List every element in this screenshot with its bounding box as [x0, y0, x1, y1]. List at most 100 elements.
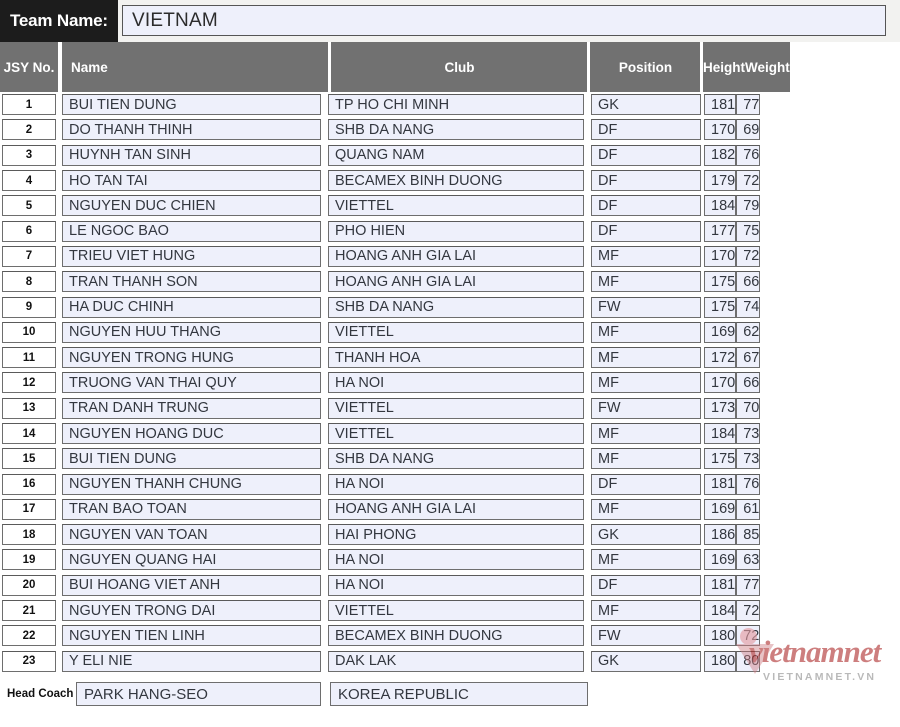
cell-weight-field[interactable]: 76	[736, 144, 761, 166]
cell-weight-field[interactable]: 61	[736, 498, 761, 520]
cell-club-field[interactable]: VIETTEL	[328, 397, 584, 419]
cell-club-field[interactable]: HA NOI	[328, 372, 584, 394]
cell-name-field[interactable]: HUYNH TAN SINH	[62, 144, 321, 166]
cell-weight-field[interactable]: 67	[736, 347, 761, 369]
cell-height-field[interactable]: 179	[704, 170, 737, 192]
cell-club-field[interactable]: HA NOI	[328, 549, 584, 571]
cell-height-field[interactable]: 184	[704, 600, 737, 622]
cell-club-field[interactable]: HAI PHONG	[328, 524, 584, 546]
cell-name-field[interactable]: NGUYEN TRONG DAI	[62, 600, 321, 622]
cell-pos-field[interactable]: FW	[591, 625, 701, 647]
cell-weight-field[interactable]: 66	[736, 372, 761, 394]
cell-height-field[interactable]: 180	[704, 650, 737, 672]
cell-club-field[interactable]: VIETTEL	[328, 195, 584, 217]
cell-pos-field[interactable]: DF	[591, 144, 701, 166]
cell-name-field[interactable]: TRAN BAO TOAN	[62, 498, 321, 520]
cell-weight-field[interactable]: 72	[736, 170, 761, 192]
cell-pos-field[interactable]: MF	[591, 321, 701, 343]
cell-pos-field[interactable]: GK	[591, 524, 701, 546]
cell-pos-field[interactable]: DF	[591, 220, 701, 242]
cell-weight-field[interactable]: 66	[736, 271, 761, 293]
cell-weight-field[interactable]: 80	[736, 650, 761, 672]
cell-club-field[interactable]: SHB DA NANG	[328, 119, 584, 141]
cell-height-field[interactable]: 184	[704, 195, 737, 217]
cell-name-field[interactable]: NGUYEN DUC CHIEN	[62, 195, 321, 217]
cell-weight-field[interactable]: 73	[736, 423, 761, 444]
cell-pos-field[interactable]: FW	[591, 397, 701, 419]
cell-name-field[interactable]: TRAN DANH TRUNG	[62, 397, 321, 419]
cell-weight-field[interactable]: 72	[736, 600, 761, 622]
cell-club-field[interactable]: VIETTEL	[328, 600, 584, 622]
cell-height-field[interactable]: 169	[704, 321, 737, 343]
cell-height-field[interactable]: 175	[704, 296, 737, 318]
cell-pos-field[interactable]: MF	[591, 372, 701, 394]
cell-club-field[interactable]: HA NOI	[328, 574, 584, 596]
cell-weight-field[interactable]: 62	[736, 321, 761, 343]
cell-club-field[interactable]: VIETTEL	[328, 321, 584, 343]
cell-name-field[interactable]: HA DUC CHINH	[62, 296, 321, 318]
cell-weight-field[interactable]: 77	[736, 94, 761, 116]
cell-name-field[interactable]: TRUONG VAN THAI QUY	[62, 372, 321, 394]
head-coach-nationality-field[interactable]: KOREA REPUBLIC	[330, 682, 588, 706]
cell-club-field[interactable]: HOANG ANH GIA LAI	[328, 498, 584, 520]
cell-club-field[interactable]: HOANG ANH GIA LAI	[328, 271, 584, 293]
cell-name-field[interactable]: NGUYEN HOANG DUC	[62, 423, 321, 444]
cell-weight-field[interactable]: 72	[736, 245, 761, 267]
cell-club-field[interactable]: QUANG NAM	[328, 144, 584, 166]
cell-height-field[interactable]: 170	[704, 119, 737, 141]
cell-weight-field[interactable]: 79	[736, 195, 761, 217]
cell-height-field[interactable]: 186	[704, 524, 737, 546]
cell-pos-field[interactable]: GK	[591, 94, 701, 116]
cell-name-field[interactable]: NGUYEN HUU THANG	[62, 321, 321, 343]
cell-height-field[interactable]: 172	[704, 347, 737, 369]
cell-name-field[interactable]: TRIEU VIET HUNG	[62, 245, 321, 267]
cell-pos-field[interactable]: MF	[591, 245, 701, 267]
cell-club-field[interactable]: THANH HOA	[328, 347, 584, 369]
cell-pos-field[interactable]: MF	[591, 423, 701, 444]
cell-name-field[interactable]: NGUYEN TIEN LINH	[62, 625, 321, 647]
cell-pos-field[interactable]: DF	[591, 195, 701, 217]
cell-height-field[interactable]: 170	[704, 372, 737, 394]
cell-height-field[interactable]: 181	[704, 574, 737, 596]
cell-weight-field[interactable]: 63	[736, 549, 761, 571]
cell-height-field[interactable]: 175	[704, 448, 737, 470]
cell-name-field[interactable]: LE NGOC BAO	[62, 220, 321, 242]
team-name-input[interactable]: VIETNAM	[122, 5, 886, 36]
cell-height-field[interactable]: 180	[704, 625, 737, 647]
cell-weight-field[interactable]: 72	[736, 625, 761, 647]
cell-pos-field[interactable]: MF	[591, 271, 701, 293]
cell-pos-field[interactable]: DF	[591, 119, 701, 141]
cell-club-field[interactable]: DAK LAK	[328, 650, 584, 672]
cell-height-field[interactable]: 177	[704, 220, 737, 242]
cell-weight-field[interactable]: 69	[736, 119, 761, 141]
cell-pos-field[interactable]: DF	[591, 574, 701, 596]
cell-height-field[interactable]: 181	[704, 473, 737, 495]
cell-weight-field[interactable]: 73	[736, 448, 761, 470]
cell-pos-field[interactable]: DF	[591, 170, 701, 192]
cell-height-field[interactable]: 169	[704, 549, 737, 571]
cell-club-field[interactable]: SHB DA NANG	[328, 296, 584, 318]
cell-club-field[interactable]: PHO HIEN	[328, 220, 584, 242]
cell-name-field[interactable]: NGUYEN VAN TOAN	[62, 524, 321, 546]
cell-height-field[interactable]: 184	[704, 423, 737, 444]
cell-club-field[interactable]: HA NOI	[328, 473, 584, 495]
cell-weight-field[interactable]: 76	[736, 473, 761, 495]
cell-pos-field[interactable]: MF	[591, 347, 701, 369]
cell-height-field[interactable]: 169	[704, 498, 737, 520]
cell-club-field[interactable]: HOANG ANH GIA LAI	[328, 245, 584, 267]
cell-name-field[interactable]: BUI HOANG VIET ANH	[62, 574, 321, 596]
cell-height-field[interactable]: 175	[704, 271, 737, 293]
cell-height-field[interactable]: 182	[704, 144, 737, 166]
cell-pos-field[interactable]: MF	[591, 498, 701, 520]
cell-pos-field[interactable]: MF	[591, 448, 701, 470]
cell-height-field[interactable]: 170	[704, 245, 737, 267]
head-coach-name-field[interactable]: PARK HANG-SEO	[76, 682, 321, 706]
cell-pos-field[interactable]: MF	[591, 600, 701, 622]
cell-club-field[interactable]: VIETTEL	[328, 423, 584, 444]
cell-name-field[interactable]: Y ELI NIE	[62, 650, 321, 672]
cell-name-field[interactable]: BUI TIEN DUNG	[62, 448, 321, 470]
cell-weight-field[interactable]: 70	[736, 397, 761, 419]
cell-club-field[interactable]: TP HO CHI MINH	[328, 94, 584, 116]
cell-pos-field[interactable]: FW	[591, 296, 701, 318]
cell-pos-field[interactable]: GK	[591, 650, 701, 672]
